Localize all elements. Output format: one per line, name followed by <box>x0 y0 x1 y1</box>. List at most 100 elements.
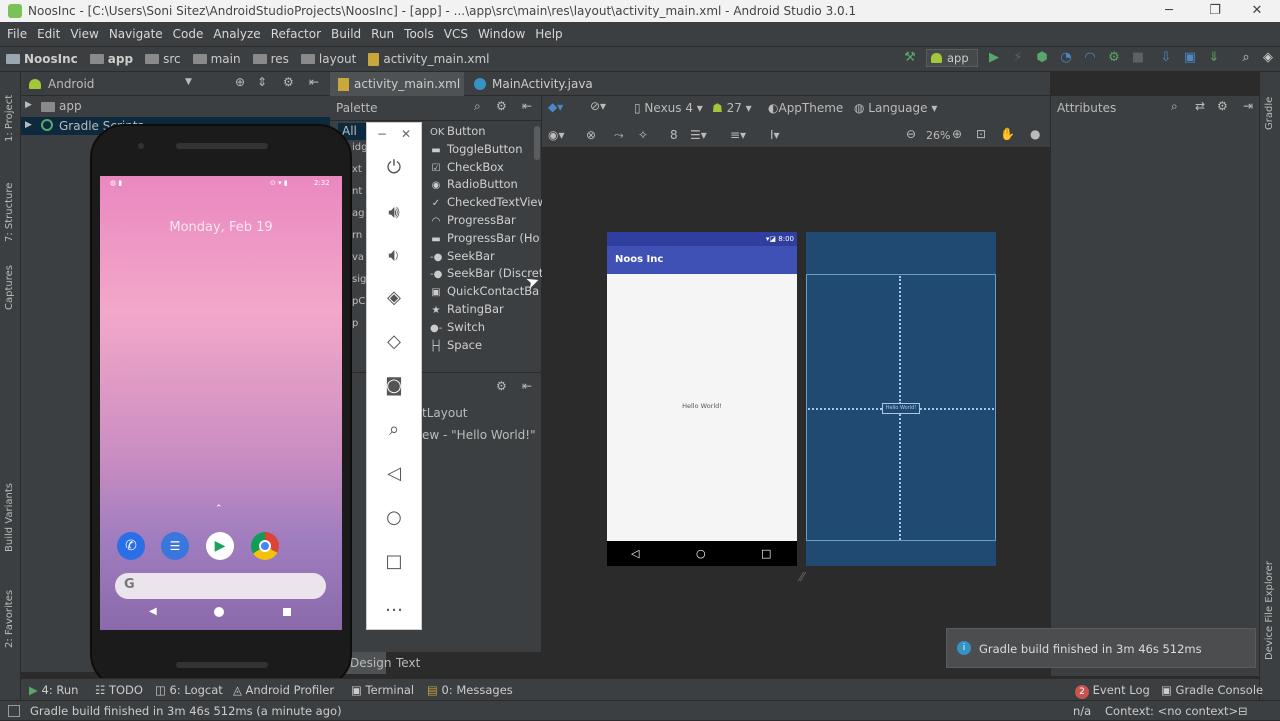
breadcrumb-project[interactable]: NoosInc <box>0 52 84 66</box>
view-options-icon[interactable]: ◉▾ <box>548 128 565 142</box>
infer-constraints-icon[interactable]: ✧ <box>638 128 648 142</box>
palette-item[interactable]: ├┤ Space <box>430 336 542 354</box>
build-notification[interactable]: i Gradle build finished in 3m 46s 512ms <box>946 628 1256 668</box>
palette-category[interactable]: rn <box>352 230 366 252</box>
chrome-icon[interactable] <box>251 532 279 560</box>
search-icon[interactable]: ⌕ <box>1171 99 1178 114</box>
menu-window[interactable]: Window <box>473 27 530 41</box>
close-window-icon[interactable]: ✕ <box>1234 0 1280 22</box>
zoom-out-icon[interactable]: ⊖ <box>906 127 916 141</box>
favorites-tool-tab[interactable]: 2: Favorites <box>4 590 15 648</box>
palette-item[interactable]: ✓ CheckedTextView <box>430 193 542 211</box>
zoom-in-icon[interactable]: ⊕ <box>952 127 962 141</box>
menu-file[interactable]: File <box>2 27 32 41</box>
emu-home-icon[interactable]: ○ <box>367 507 421 528</box>
restore-icon[interactable]: ❐ <box>1192 0 1238 22</box>
hello-world-text[interactable]: Hello World! <box>607 402 797 410</box>
rotate-right-icon[interactable]: ◇ <box>367 331 421 352</box>
tab-text[interactable]: Text <box>396 652 420 674</box>
palette-item[interactable]: ◠ ProgressBar <box>430 211 542 229</box>
play-store-icon[interactable]: ▶ <box>206 532 234 560</box>
messages-icon[interactable]: ☰ <box>161 532 189 560</box>
collapse-all-icon[interactable]: ⇕ <box>257 75 267 89</box>
lock-icon[interactable]: ⊟ <box>1238 701 1248 721</box>
sdk-manager-icon[interactable]: ⇓ <box>1206 50 1222 66</box>
breadcrumb-main[interactable]: main <box>187 52 247 66</box>
profile-icon[interactable]: ⬢ <box>1034 50 1050 66</box>
debug-icon[interactable]: ⚡ <box>1010 50 1026 66</box>
expand-arrow-icon[interactable]: ▶ <box>25 120 32 130</box>
emu-minimize-icon[interactable]: − <box>377 127 387 141</box>
theme-select[interactable]: ◐AppTheme <box>768 101 843 115</box>
palette-category[interactable]: va <box>352 252 366 274</box>
blueprint-preview[interactable]: Hello World! <box>806 232 996 566</box>
palette-item[interactable]: ☑ CheckBox <box>430 158 542 176</box>
build-variants-tool-tab[interactable]: Build Variants <box>4 483 15 552</box>
palette-item[interactable]: OK Button <box>430 122 542 140</box>
screenshot-icon[interactable]: ◙ <box>367 375 421 396</box>
palette-item[interactable]: ●- Switch <box>430 318 542 336</box>
design-mode-icon[interactable]: ◆▾ <box>548 100 563 114</box>
sync-gradle-icon[interactable]: ⇩ <box>1158 50 1174 66</box>
profiler-tool-tab[interactable]: ◬ Android Profiler <box>233 683 334 697</box>
palette-item[interactable]: ★ RatingBar <box>430 300 542 318</box>
power-icon[interactable]: ⏻ <box>367 157 421 178</box>
api-select[interactable]: ☗ 27 ▾ <box>712 101 752 115</box>
zoom-fit-icon[interactable]: ⊡ <box>976 127 986 141</box>
align-icon[interactable]: ≡▾ <box>730 128 746 142</box>
menu-help[interactable]: Help <box>530 27 567 41</box>
settings-icon[interactable]: ⚙ <box>283 75 294 89</box>
hide-panel-icon[interactable]: ⇤ <box>522 99 532 113</box>
palette-category[interactable]: ag <box>352 208 366 230</box>
logcat-tool-tab[interactable]: ◫ 6: Logcat <box>155 683 223 697</box>
hide-panel-icon[interactable]: ⇤ <box>309 75 319 89</box>
status-context[interactable]: Context: <no context> <box>1105 701 1238 721</box>
make-project-icon[interactable]: ⚒ <box>902 50 918 66</box>
status-message[interactable]: Gradle build finished in 3m 46s 512ms (a… <box>30 701 342 721</box>
menu-navigate[interactable]: Navigate <box>104 27 168 41</box>
hide-panel-icon[interactable]: ⇤ <box>522 379 532 393</box>
hide-panel-icon[interactable]: ⇥ <box>1243 99 1253 113</box>
help-icon[interactable]: ◈ <box>1260 50 1276 66</box>
emu-overview-icon[interactable]: □ <box>367 551 421 572</box>
emu-back-icon[interactable]: ◁ <box>367 463 421 484</box>
language-select[interactable]: ◍ Language ▾ <box>854 101 937 115</box>
stop-icon[interactable]: ■ <box>1130 50 1146 66</box>
clear-constraints-icon[interactable]: ⤳ <box>614 128 624 143</box>
project-view-select[interactable]: Android <box>48 77 94 91</box>
run-icon[interactable]: ▶ <box>986 50 1002 66</box>
menu-build[interactable]: Build <box>326 27 366 41</box>
blueprint-text[interactable]: Hello World! <box>882 403 920 414</box>
volume-up-icon[interactable]: 🔊︎ <box>367 202 421 223</box>
breadcrumb-app[interactable]: app <box>84 52 139 66</box>
palette-item[interactable]: ▬ ToggleButton <box>430 140 542 158</box>
menu-view[interactable]: View <box>65 27 103 41</box>
zoom-icon[interactable]: ⌕ <box>367 419 421 440</box>
orientation-icon[interactable]: ⊘▾ <box>590 99 606 113</box>
volume-down-icon[interactable]: 🔉︎ <box>367 245 421 266</box>
palette-item[interactable]: ▬ ProgressBar (Ho <box>430 229 542 247</box>
menu-code[interactable]: Code <box>168 27 209 41</box>
breadcrumb-layout[interactable]: layout <box>295 52 362 66</box>
tab-activity-main[interactable]: activity_main.xml ✕ <box>330 72 464 115</box>
palette-category[interactable]: sig <box>352 274 366 296</box>
minimize-icon[interactable]: ─ <box>1146 0 1192 22</box>
phone-screen[interactable]: ◍ ▮ ⊙ ▾ ▮ 2:32 Monday, Feb 19 ⌃ ✆ ☰ ▶ G … <box>100 176 342 630</box>
menu-analyze[interactable]: Analyze <box>208 27 265 41</box>
rotate-left-icon[interactable]: ◈ <box>367 287 421 308</box>
device-explorer-tool-tab[interactable]: Device File Explorer <box>1264 561 1275 660</box>
avd-manager-icon[interactable]: ▣ <box>1182 50 1198 66</box>
design-preview[interactable]: ▾◪ 8:00 Noos Inc Hello World! ◁ ○ □ <box>607 232 797 566</box>
autoconnect-icon[interactable]: ⊗ <box>586 128 596 142</box>
breadcrumb-res[interactable]: res <box>247 52 295 66</box>
project-tool-tab[interactable]: 1: Project <box>4 95 15 142</box>
palette-category[interactable]: pC <box>352 296 366 318</box>
todo-tool-tab[interactable]: ☷ TODO <box>95 683 143 697</box>
gradle-console-tool-tab[interactable]: ▣ Gradle Console <box>1161 683 1263 697</box>
gradle-tool-tab[interactable]: Gradle <box>1264 97 1275 130</box>
attach-debugger-icon[interactable]: ◔ <box>1058 50 1074 66</box>
more-icon[interactable]: … <box>367 595 421 616</box>
terminal-tool-tab[interactable]: ▣ Terminal <box>351 683 414 697</box>
instant-run-icon[interactable]: ⚙ <box>1106 50 1122 66</box>
palette-category[interactable]: p <box>352 318 366 340</box>
